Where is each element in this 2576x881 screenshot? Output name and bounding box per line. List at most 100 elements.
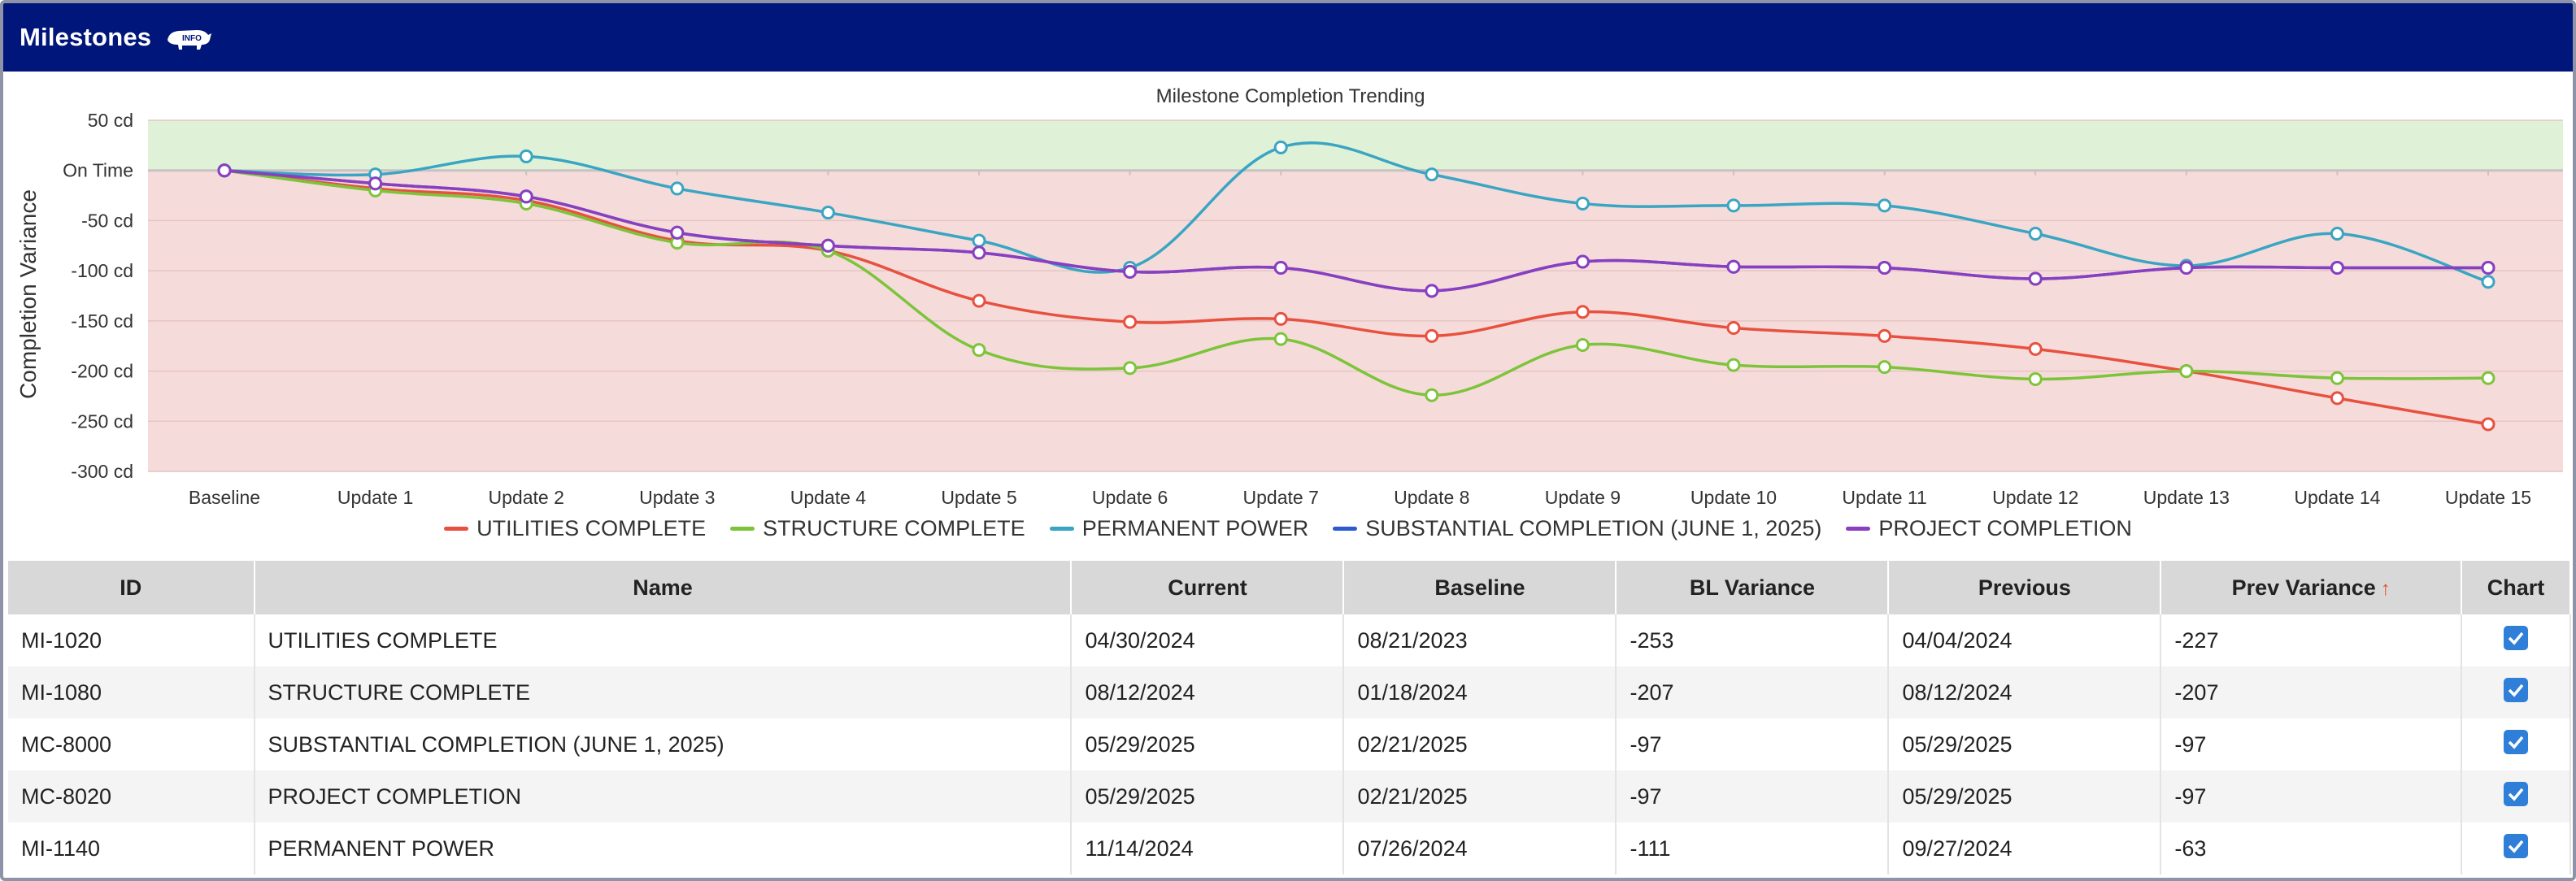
column-header-bl-variance[interactable]: BL Variance [1616, 561, 1890, 614]
data-point-utilities-complete [2028, 341, 2043, 356]
legend-label: PERMANENT POWER [1081, 515, 1309, 540]
chart-checkbox[interactable] [2503, 833, 2528, 858]
x-tick-label: Update 13 [2143, 487, 2230, 508]
cell-bl-variance: -111 [1616, 822, 1890, 874]
legend-item[interactable]: PERMANENT POWER [1049, 515, 1309, 541]
column-header-current[interactable]: Current [1071, 561, 1345, 614]
checkmark-icon [2508, 736, 2524, 749]
y-tick-label: -300 cd [71, 461, 133, 482]
legend-label: SUBSTANTIAL COMPLETION (JUNE 1, 2025) [1365, 515, 1822, 540]
panel-title: Milestones [20, 23, 152, 51]
legend-swatch [444, 526, 469, 531]
cell-chart [2461, 666, 2572, 718]
data-point-project-completion [2179, 260, 2194, 275]
table-row[interactable]: MI-1140 PERMANENT POWER 11/14/2024 07/26… [8, 822, 2572, 874]
data-point-utilities-complete [972, 293, 986, 308]
data-point-project-completion [1425, 284, 1439, 298]
data-point-permanent-power [2028, 226, 2043, 241]
column-header-id[interactable]: ID [8, 561, 255, 614]
data-point-permanent-power [1726, 198, 1741, 213]
cell-name: SUBSTANTIAL COMPLETION (JUNE 1, 2025) [254, 718, 1073, 770]
chart-svg: Milestone Completion Trending Completion… [15, 85, 2563, 508]
data-point-project-completion [2028, 271, 2043, 286]
table-row[interactable]: MI-1020 UTILITIES COMPLETE 04/30/2024 08… [8, 614, 2572, 666]
x-tick-label: Update 5 [941, 487, 1016, 508]
legend-swatch [730, 526, 755, 531]
data-point-project-completion [1273, 260, 1288, 275]
y-tick-label: -200 cd [71, 361, 133, 382]
column-header-name[interactable]: Name [254, 561, 1073, 614]
column-header-baseline[interactable]: Baseline [1343, 561, 1617, 614]
cell-baseline: 02/21/2025 [1343, 770, 1617, 822]
chart-checkbox[interactable] [2503, 625, 2528, 650]
y-axis-label: Completion Variance [15, 189, 41, 399]
x-tick-label: Update 15 [2445, 487, 2531, 508]
cell-current: 11/14/2024 [1071, 822, 1345, 874]
data-point-utilities-complete [1726, 320, 1741, 335]
data-point-utilities-complete [1123, 315, 1138, 329]
data-point-structure-complete [1273, 332, 1288, 346]
data-point-project-completion [368, 176, 383, 191]
column-header-previous[interactable]: Previous [1888, 561, 2162, 614]
data-point-utilities-complete [1273, 311, 1288, 326]
legend-item[interactable]: PROJECT COMPLETION [1846, 516, 2132, 541]
cell-previous: 05/29/2025 [1888, 770, 2162, 822]
legend-item[interactable]: UTILITIES COMPLETE [444, 516, 706, 541]
x-tick-label: Update 2 [489, 487, 564, 508]
cell-bl-variance: -253 [1616, 614, 1890, 666]
data-point-project-completion [820, 238, 835, 253]
milestone-trend-chart: Milestone Completion Trending Completion… [3, 72, 2573, 561]
cell-previous: 05/29/2025 [1888, 718, 2162, 770]
data-point-utilities-complete [2481, 417, 2496, 432]
cell-name: UTILITIES COMPLETE [254, 614, 1073, 666]
data-point-project-completion [1726, 259, 1741, 274]
cell-name: PERMANENT POWER [254, 822, 1073, 874]
cell-baseline: 02/21/2025 [1343, 718, 1617, 770]
legend-item[interactable]: SUBSTANTIAL COMPLETION (JUNE 1, 2025) [1333, 516, 1821, 541]
data-point-permanent-power [820, 206, 835, 220]
chart-checkbox[interactable] [2503, 677, 2528, 702]
column-header-chart[interactable]: Chart [2461, 561, 2572, 614]
data-point-permanent-power [1425, 167, 1439, 182]
cell-chart [2461, 770, 2572, 822]
table-row[interactable]: MI-1080 STRUCTURE COMPLETE 08/12/2024 01… [8, 666, 2572, 718]
on-time-band [148, 120, 2563, 171]
y-tick-label: 50 cd [88, 110, 133, 131]
data-point-structure-complete [1425, 388, 1439, 402]
data-point-utilities-complete [2330, 391, 2344, 406]
data-point-structure-complete [1123, 361, 1138, 375]
cell-current: 05/29/2025 [1071, 770, 1345, 822]
cell-id: MI-1020 [8, 614, 255, 666]
panel-header: Milestones INFO [3, 3, 2573, 72]
data-point-project-completion [1575, 254, 1590, 269]
data-point-structure-complete [1726, 358, 1741, 372]
x-tick-label: Update 10 [1690, 487, 1777, 508]
legend-swatch [1846, 526, 1871, 531]
legend-label: STRUCTURE COMPLETE [763, 515, 1025, 540]
data-point-utilities-complete [1575, 305, 1590, 319]
cell-prev-variance: -227 [2160, 614, 2462, 666]
data-point-structure-complete [2481, 371, 2496, 385]
chart-checkbox[interactable] [2503, 781, 2528, 806]
checkmark-icon [2508, 684, 2524, 697]
rhino-info-icon[interactable]: INFO [164, 24, 213, 51]
cell-prev-variance: -97 [2160, 770, 2462, 822]
chart-legend: UTILITIES COMPLETE STRUCTURE COMPLETE PERM… [3, 512, 2573, 545]
svg-text:INFO: INFO [182, 34, 202, 43]
x-tick-label: Update 8 [1394, 487, 1469, 508]
legend-swatch [1049, 526, 1074, 531]
x-tick-label: Update 6 [1092, 487, 1168, 508]
table-row[interactable]: MC-8000 SUBSTANTIAL COMPLETION (JUNE 1, … [8, 718, 2572, 770]
column-header-prev-variance[interactable]: Prev Variance ↑ [2160, 561, 2462, 614]
table-row[interactable]: MC-8020 PROJECT COMPLETION 05/29/2025 02… [8, 770, 2572, 822]
data-point-permanent-power [1273, 140, 1288, 154]
cell-baseline: 01/18/2024 [1343, 666, 1617, 718]
data-point-structure-complete [2028, 371, 2043, 386]
cell-previous: 04/04/2024 [1888, 614, 2162, 666]
chart-checkbox[interactable] [2503, 729, 2528, 754]
legend-item[interactable]: STRUCTURE COMPLETE [730, 516, 1025, 541]
x-tick-label: Update 3 [639, 487, 715, 508]
cell-prev-variance: -207 [2160, 666, 2462, 718]
y-tick-label: -50 cd [81, 210, 133, 231]
cell-prev-variance: -97 [2160, 718, 2462, 770]
